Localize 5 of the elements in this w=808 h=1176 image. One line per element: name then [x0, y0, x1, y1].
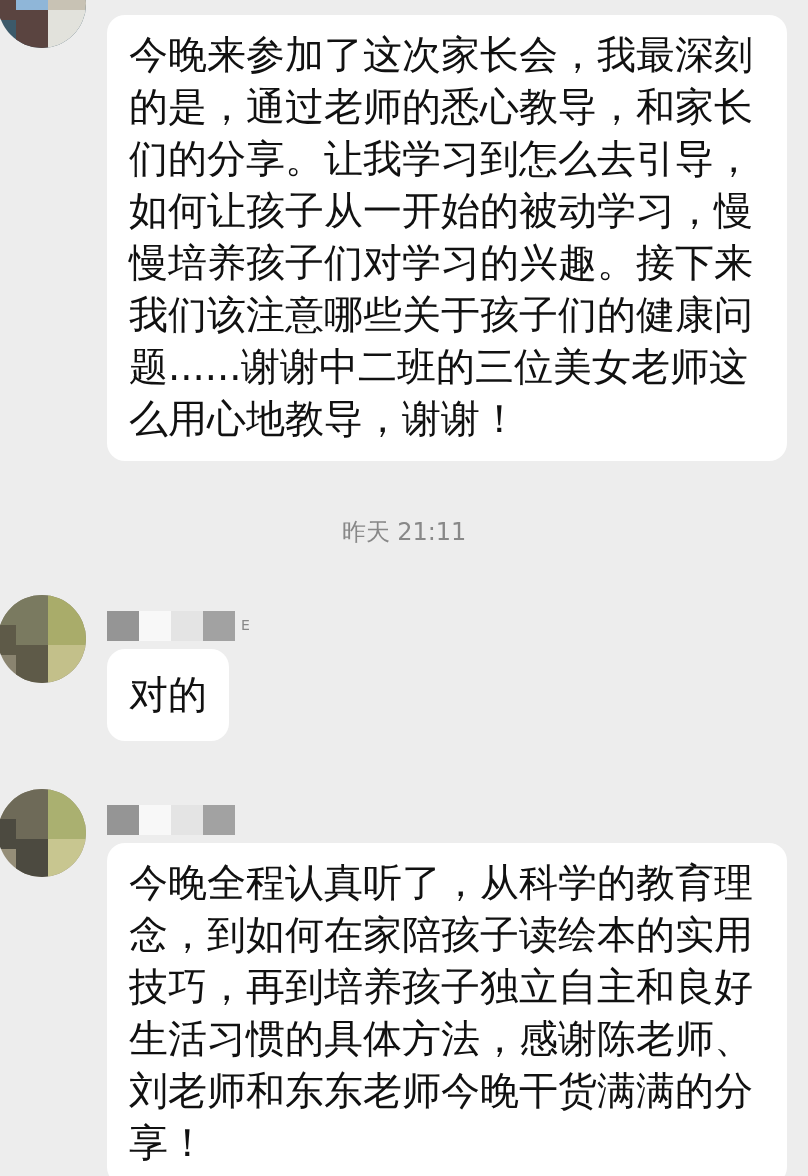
- sender-name: E: [241, 617, 250, 633]
- message-bubble: 今晚全程认真听了，从科学的教育理念，到如何在家陪孩子读绘本的实用技巧，再到培养孩子独立自主和良好生活习惯的具体方法，感谢陈老师、刘老师和东东老师今晚干货满满的分享！: [107, 843, 787, 1176]
- timestamp: 昨天 21:11: [341, 517, 467, 547]
- message-bubble: 对的: [107, 649, 229, 741]
- message-bubble: 今晚来参加了这次家长会，我最深刻的是，通过老师的悉心教导，和家长们的分享。让我学习到怎么去引导，如何让孩子从一开始的被动学习，慢慢培养孩子们对学习的兴趣。接下来我们该注意哪些关于孩子们的健康问题......谢谢中二班的三位美女老师这么用心地教导，谢谢！: [107, 15, 787, 461]
